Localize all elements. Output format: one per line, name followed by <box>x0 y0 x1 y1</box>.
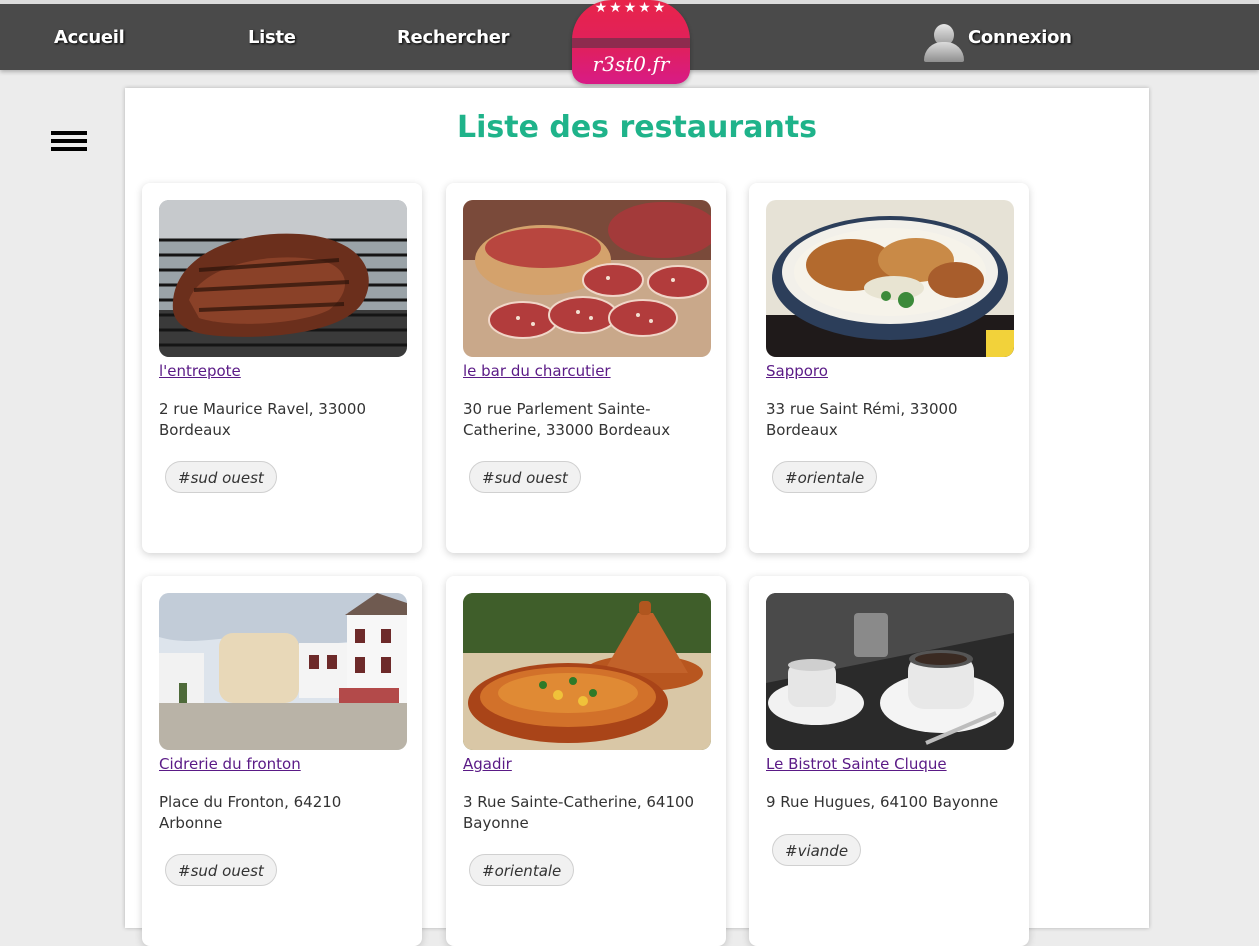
restaurant-image-coffee-cups[interactable] <box>766 593 1014 750</box>
restaurant-name-link[interactable]: Agadir <box>463 755 512 773</box>
restaurant-card: l'entrepote 2 rue Maurice Ravel, 33000 B… <box>142 183 422 553</box>
restaurant-image-tajine[interactable] <box>463 593 711 750</box>
restaurant-address: 9 Rue Hugues, 64100 Bayonne <box>766 793 999 811</box>
restaurant-image-rice-bowl[interactable] <box>766 200 1014 357</box>
nav-home-link[interactable]: Accueil <box>54 27 125 48</box>
logo-band <box>572 38 690 48</box>
page-title: Liste des restaurants <box>456 110 818 145</box>
restaurant-tag[interactable]: #orientale <box>772 461 878 493</box>
restaurant-address: 30 rue Parlement Sainte-Catherine, 33000… <box>463 400 671 439</box>
nav-search-link[interactable]: Rechercher <box>397 27 510 48</box>
restaurant-address: 2 rue Maurice Ravel, 33000 Bordeaux <box>159 400 367 439</box>
restaurant-image-fronton-building[interactable] <box>159 593 407 750</box>
restaurant-name-link[interactable]: l'entrepote <box>159 362 241 380</box>
restaurant-address: Place du Fronton, 64210 Arbonne <box>159 793 342 832</box>
restaurant-image-grilled-steak[interactable] <box>159 200 407 357</box>
restaurant-card: Cidrerie du fronton Place du Fronton, 64… <box>142 576 422 946</box>
restaurant-address: 3 Rue Sainte-Catherine, 64100 Bayonne <box>463 793 695 832</box>
restaurant-card: Le Bistrot Sainte Cluque 9 Rue Hugues, 6… <box>749 576 1029 946</box>
logo-stars: ★★★★★ <box>594 0 668 16</box>
restaurant-name-link[interactable]: Cidrerie du fronton <box>159 755 301 773</box>
restaurant-card: le bar du charcutier 30 rue Parlement Sa… <box>446 183 726 553</box>
restaurant-name-link[interactable]: Sapporo <box>766 362 828 380</box>
main-content-panel: Liste des restaurants l'entrepote 2 rue … <box>125 88 1149 946</box>
restaurant-tag[interactable]: #viande <box>772 834 862 866</box>
nav-list-link[interactable]: Liste <box>248 27 296 48</box>
logo-brand-text: r3st0.fr <box>592 52 670 76</box>
site-logo[interactable]: ★★★★★ r3st0.fr <box>572 0 690 84</box>
restaurant-name-link[interactable]: Le Bistrot Sainte Cluque <box>766 755 947 773</box>
hamburger-menu-icon[interactable] <box>51 131 87 151</box>
restaurant-name-link[interactable]: le bar du charcutier <box>463 362 611 380</box>
restaurant-tag[interactable]: #sud ouest <box>165 461 277 493</box>
restaurant-tag[interactable]: #sud ouest <box>469 461 581 493</box>
restaurant-card: Sapporo 33 rue Saint Rémi, 33000 Bordeau… <box>749 183 1029 553</box>
nav-login-link[interactable]: Connexion <box>968 27 1072 48</box>
user-avatar-icon[interactable] <box>924 20 964 62</box>
restaurant-image-charcuterie[interactable] <box>463 200 711 357</box>
restaurant-address: 33 rue Saint Rémi, 33000 Bordeaux <box>766 400 958 439</box>
restaurant-tag[interactable]: #orientale <box>469 854 575 886</box>
restaurant-card: Agadir 3 Rue Sainte-Catherine, 64100 Bay… <box>446 576 726 946</box>
user-avatar-body <box>924 42 964 62</box>
restaurant-tag[interactable]: #sud ouest <box>165 854 277 886</box>
